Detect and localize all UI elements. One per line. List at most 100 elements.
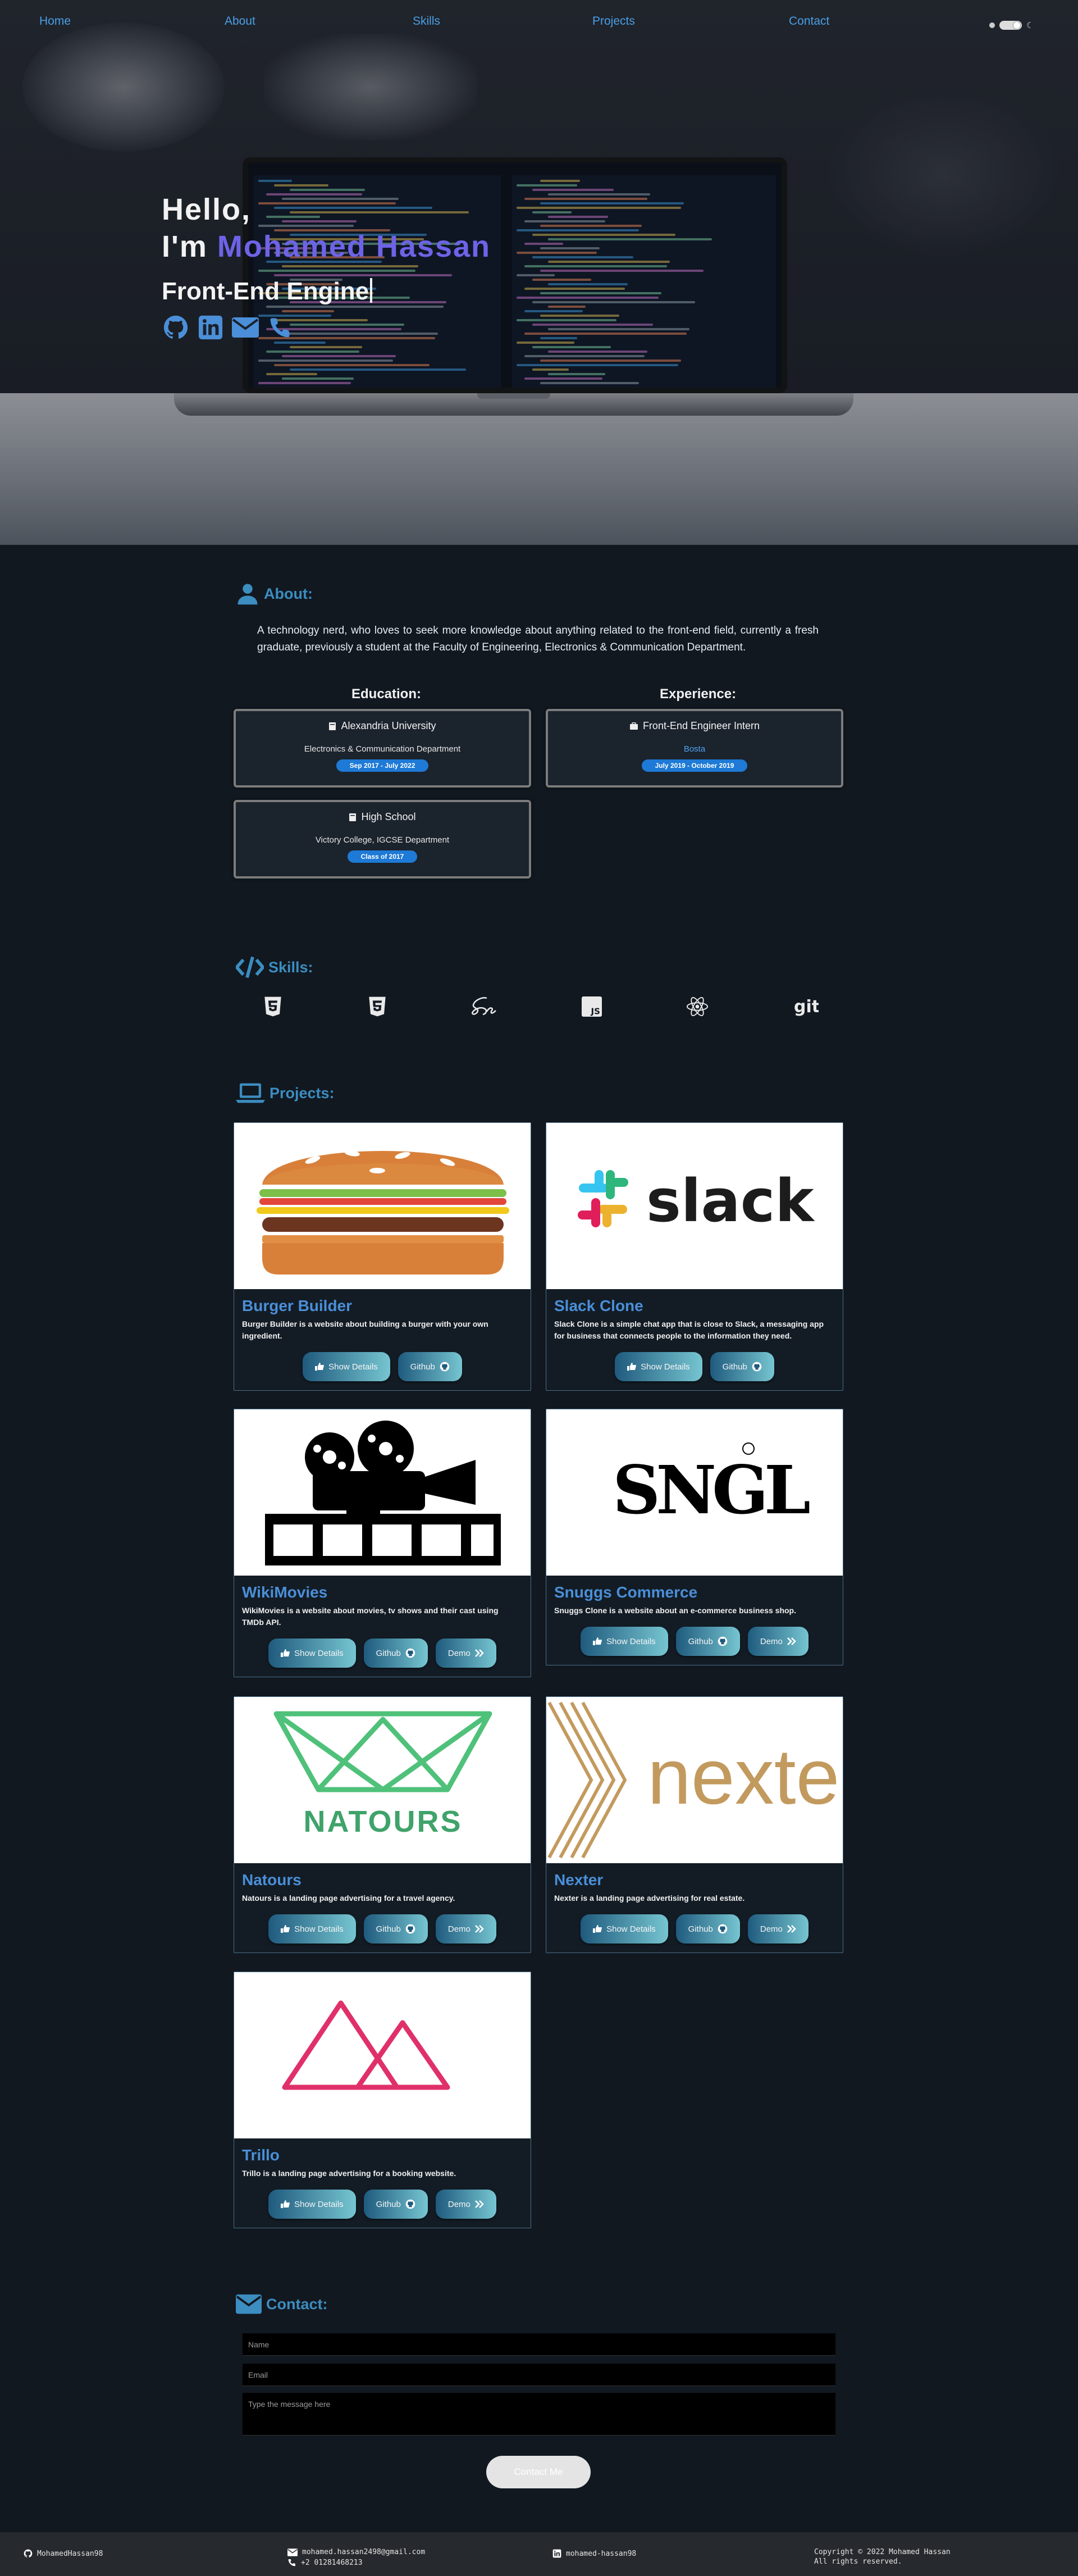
card-title-text: Front-End Engineer Intern (642, 720, 760, 731)
github-button[interactable]: Github (363, 1639, 428, 1668)
button-label: Demo (760, 1636, 783, 1646)
github-button[interactable]: Github (675, 1627, 740, 1656)
about-section-title: About: (236, 582, 313, 606)
sass-icon (469, 995, 500, 1018)
natours-wordmark: NATOURS (303, 1805, 462, 1838)
education-title: Education: (351, 686, 421, 702)
demo-button[interactable]: Demo (435, 1914, 496, 1944)
nav-skills-link[interactable]: Skills (413, 15, 440, 28)
nav-home-link[interactable]: Home (39, 15, 71, 28)
button-label: Show Details (294, 1648, 344, 1658)
theme-switch[interactable] (999, 21, 1022, 30)
button-label: Show Details (606, 1636, 656, 1646)
name-input[interactable]: Name (243, 2333, 835, 2356)
svg-text:JS: JS (591, 1007, 600, 1017)
nav-contact-link[interactable]: Contact (789, 15, 829, 28)
mail-icon[interactable] (231, 313, 259, 342)
github-icon (405, 1648, 415, 1658)
double-chevron-right-icon (474, 1649, 484, 1657)
show-details-button[interactable]: Show Details (303, 1352, 390, 1381)
project-title: Nexter (554, 1871, 604, 1888)
show-details-button[interactable]: Show Details (268, 1639, 356, 1668)
double-chevron-right-icon (787, 1637, 796, 1645)
slack-wordmark: slack (646, 1167, 815, 1235)
skills-section-title: Skills: (236, 956, 313, 978)
project-description: WikiMovies is a website about movies, tv… (242, 1606, 499, 1627)
demo-button[interactable]: Demo (747, 1627, 808, 1656)
button-label: Github (376, 1648, 401, 1658)
github-button[interactable]: Github (363, 1914, 428, 1944)
demo-button[interactable]: Demo (747, 1914, 808, 1944)
contact-me-button[interactable]: Contact Me (486, 2456, 591, 2488)
footer-email-text: mohamed.hassan2498@gmail.com (302, 2548, 426, 2556)
footer-github-text: MohamedHassan98 (37, 2549, 103, 2558)
button-label: Show Details (606, 1924, 656, 1934)
linkedin-icon (552, 2549, 561, 2558)
nexter-logo-image: nexter (546, 1697, 843, 1863)
project-title: Slack Clone (554, 1297, 643, 1314)
show-details-button[interactable]: Show Details (615, 1352, 702, 1381)
email-input[interactable]: Email (243, 2364, 835, 2386)
button-label: Demo (447, 1648, 471, 1658)
card-title-text: Alexandria University (341, 720, 436, 731)
github-icon (718, 1636, 728, 1646)
message-textarea[interactable]: Type the message here (243, 2393, 835, 2436)
footer-linkedin-link[interactable]: mohamed-hassan98 (552, 2549, 636, 2558)
rights-text: All rights reserved. (814, 2557, 902, 2566)
hero-section: Hello, I'm Mohamed Hassan Front-End Engin… (0, 0, 1078, 545)
github-icon[interactable] (162, 313, 190, 342)
date-badge: Class of 2017 (347, 850, 418, 863)
hero-role: Front-End Engine (162, 277, 491, 306)
react-icon (686, 995, 709, 1018)
project-card-natours: NATOURS Natours Natours is a landing pag… (234, 1696, 531, 1953)
footer-phone-link[interactable]: +2 01281468213 (287, 2558, 363, 2567)
moon-icon: ☾ (1026, 21, 1034, 30)
typing-cursor (370, 278, 373, 303)
project-buttons: Show Details Github Demo (546, 1914, 843, 1944)
card-subtitle: Victory College, IGCSE Department (315, 835, 450, 845)
github-icon (752, 1362, 762, 1372)
footer-email-link[interactable]: mohamed.hassan2498@gmail.com (287, 2548, 425, 2556)
button-label: Github (410, 1362, 435, 1372)
card-title: Alexandria University (236, 720, 529, 732)
github-button[interactable]: Github (710, 1352, 774, 1381)
github-icon (405, 1924, 415, 1934)
github-icon (24, 2549, 33, 2557)
button-label: Show Details (294, 2199, 344, 2209)
education-card: High School Victory College, IGCSE Depar… (234, 800, 531, 879)
demo-button[interactable]: Demo (435, 1639, 496, 1668)
phone-icon[interactable] (266, 313, 294, 342)
project-buttons: Show Details Github Demo (234, 1914, 531, 1944)
project-title: Burger Builder (242, 1297, 353, 1314)
double-chevron-right-icon (474, 2200, 484, 2208)
show-details-button[interactable]: Show Details (581, 1914, 668, 1944)
button-label: Demo (760, 1924, 783, 1934)
project-title: WikiMovies (242, 1583, 328, 1601)
natours-logo-image: NATOURS (234, 1697, 531, 1863)
html5-icon (262, 995, 284, 1018)
show-details-button[interactable]: Show Details (268, 1914, 356, 1944)
greeting-text: Hello, (162, 193, 252, 226)
theme-toggle[interactable]: ☾ (989, 20, 1034, 30)
project-description: Slack Clone is a simple chat app that is… (554, 1319, 824, 1340)
nav-projects-link[interactable]: Projects (592, 15, 635, 28)
linkedin-icon[interactable] (197, 313, 225, 342)
demo-button[interactable]: Demo (435, 2190, 496, 2219)
project-buttons: Show Details Github Demo (546, 1627, 843, 1656)
github-icon (405, 2199, 415, 2209)
experience-title: Experience: (660, 686, 737, 702)
footer-github-link[interactable]: MohamedHassan98 (24, 2549, 103, 2558)
nav-about-link[interactable]: About (225, 15, 255, 28)
button-label: Demo (447, 1924, 471, 1934)
card-title-text: High School (361, 811, 416, 822)
github-button[interactable]: Github (363, 2190, 428, 2219)
project-buttons: Show Details Github Demo (234, 1639, 531, 1668)
github-button[interactable]: Github (675, 1914, 740, 1944)
project-card-slack-clone: slack Slack Clone Slack Clone is a simpl… (546, 1122, 843, 1391)
github-button[interactable]: Github (398, 1352, 462, 1381)
show-details-button[interactable]: Show Details (581, 1627, 668, 1656)
project-buttons: Show Details Github (546, 1352, 843, 1381)
button-label: Github (376, 1924, 401, 1934)
project-card-nexter: nexter Nexter Nexter is a landing page a… (546, 1696, 843, 1953)
show-details-button[interactable]: Show Details (268, 2190, 356, 2219)
